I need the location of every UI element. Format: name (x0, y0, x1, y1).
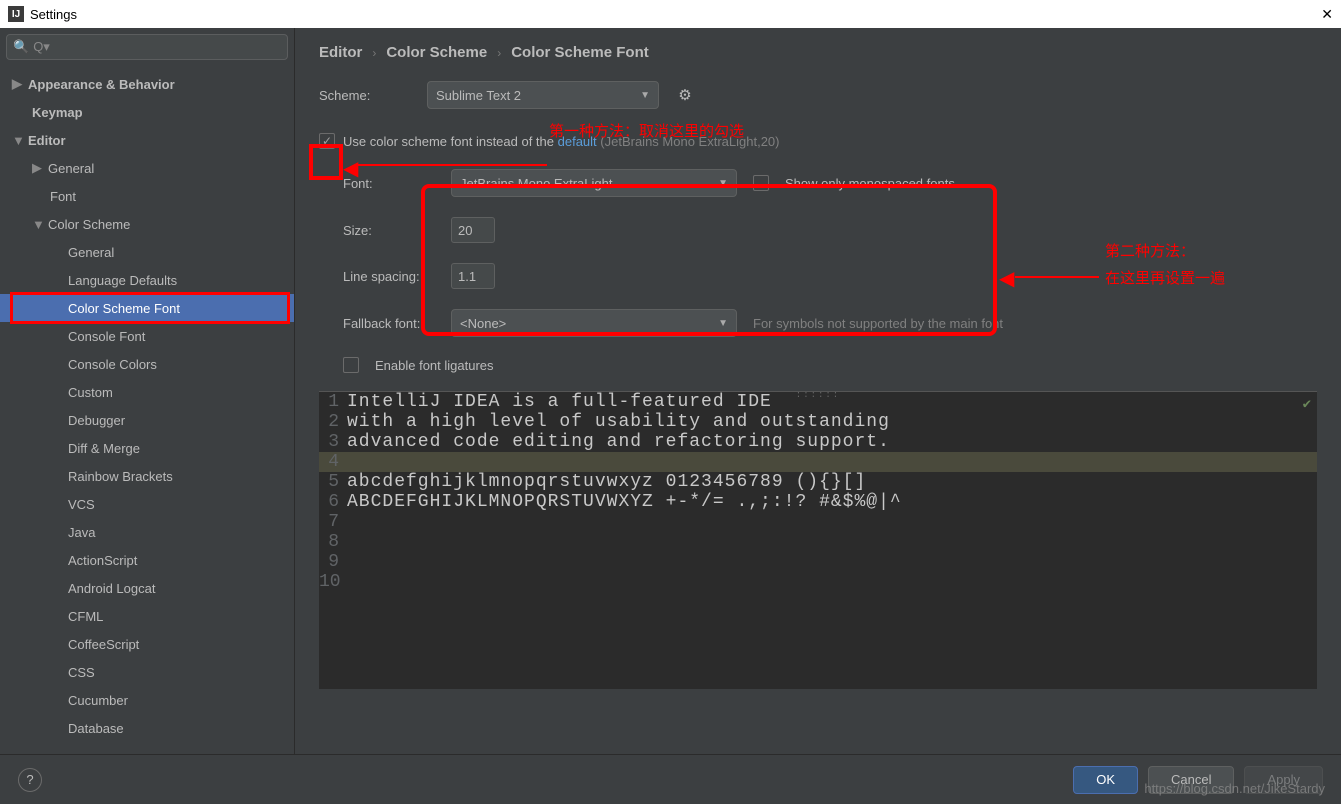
annotation-text-1: 第一种方法：取消这里的勾选 (549, 120, 744, 141)
annotation-arrow-1 (357, 164, 547, 166)
chevron-down-icon: ▼ (718, 318, 728, 329)
title-bar: IJ Settings ✕ (0, 0, 1341, 28)
annotation-box-1 (309, 144, 343, 180)
search-icon: 🔍 (13, 39, 29, 55)
tree-cs-actionscript[interactable]: ActionScript (0, 546, 294, 574)
fallback-hint: For symbols not supported by the main fo… (753, 316, 1003, 331)
tree-keymap[interactable]: Keymap (0, 98, 294, 126)
annotation-arrow-2 (1015, 276, 1099, 278)
sidebar: 🔍 Q▾ ▶Appearance & Behavior Keymap ▼Edit… (0, 28, 295, 754)
tree-cs-java[interactable]: Java (0, 518, 294, 546)
tree-cs-general[interactable]: General (0, 238, 294, 266)
tree-appearance[interactable]: ▶Appearance & Behavior (0, 70, 294, 98)
tree-cs-custom[interactable]: Custom (0, 378, 294, 406)
ligatures-label: Enable font ligatures (375, 358, 494, 373)
chevron-down-icon: ▼ (32, 217, 42, 232)
content-pane: Editor › Color Scheme › Color Scheme Fon… (295, 28, 1341, 754)
size-label: Size: (343, 223, 435, 238)
watermark: https://blog.csdn.net/JikeStardy (1144, 781, 1325, 796)
scheme-label: Scheme: (319, 88, 411, 103)
chevron-down-icon: ▼ (640, 90, 650, 101)
font-preview: :::::: ✔ 1IntelliJ IDEA is a full-featur… (319, 391, 1317, 689)
tree-cs-database[interactable]: Database (0, 714, 294, 742)
close-icon[interactable]: ✕ (1321, 6, 1333, 23)
tree-cs-lang-defaults[interactable]: Language Defaults (0, 266, 294, 294)
bc-color-scheme-font: Color Scheme Font (511, 44, 649, 61)
tree-cs-font[interactable]: Color Scheme Font (0, 294, 294, 322)
gear-icon[interactable]: ⚙ (675, 85, 695, 105)
tree-cs-vcs[interactable]: VCS (0, 490, 294, 518)
monospaced-checkbox[interactable] (753, 175, 769, 191)
line-spacing-input[interactable] (451, 263, 495, 289)
use-scheme-font-checkbox[interactable] (319, 133, 335, 149)
fallback-dropdown[interactable]: <None>▼ (451, 309, 737, 337)
window-title: Settings (30, 7, 77, 22)
bc-color-scheme[interactable]: Color Scheme (386, 44, 487, 61)
app-icon: IJ (8, 6, 24, 22)
tree-cs-cfml[interactable]: CFML (0, 602, 294, 630)
arrow-left-icon: ◀ (343, 156, 358, 181)
dialog-footer: ? OK Cancel Apply https://blog.csdn.net/… (0, 754, 1341, 804)
search-input[interactable]: 🔍 Q▾ (6, 34, 288, 60)
tree-cs-diff[interactable]: Diff & Merge (0, 434, 294, 462)
fallback-label: Fallback font: (343, 316, 435, 331)
tree-cs-console-colors[interactable]: Console Colors (0, 350, 294, 378)
chevron-right-icon: › (372, 46, 376, 60)
check-icon: ✔ (1303, 396, 1311, 413)
tree-editor[interactable]: ▼Editor (0, 126, 294, 154)
tree-cs-coffee[interactable]: CoffeeScript (0, 630, 294, 658)
tree-general[interactable]: ▶General (0, 154, 294, 182)
font-dropdown[interactable]: JetBrains Mono ExtraLight▼ (451, 169, 737, 197)
tree-color-scheme[interactable]: ▼Color Scheme (0, 210, 294, 238)
annotation-text-2: 第二种方法：在这里再设置一遍 (1105, 238, 1225, 292)
help-button[interactable]: ? (18, 768, 42, 792)
tree-cs-rainbow[interactable]: Rainbow Brackets (0, 462, 294, 490)
arrow-left-icon: ◀ (999, 266, 1014, 291)
line-spacing-label: Line spacing: (343, 269, 435, 284)
tree-cs-console-font[interactable]: Console Font (0, 322, 294, 350)
ligatures-checkbox[interactable] (343, 357, 359, 373)
bc-editor[interactable]: Editor (319, 44, 362, 61)
monospaced-label: Show only monospaced fonts (785, 176, 955, 191)
size-input[interactable] (451, 217, 495, 243)
drag-handle-icon[interactable]: :::::: (796, 390, 840, 400)
tree-font[interactable]: Font (0, 182, 294, 210)
tree-cs-android[interactable]: Android Logcat (0, 574, 294, 602)
tree-cs-debugger[interactable]: Debugger (0, 406, 294, 434)
chevron-right-icon: › (497, 46, 501, 60)
chevron-right-icon: ▶ (12, 76, 22, 92)
breadcrumb: Editor › Color Scheme › Color Scheme Fon… (319, 44, 1317, 61)
tree-cs-cucumber[interactable]: Cucumber (0, 686, 294, 714)
settings-tree: ▶Appearance & Behavior Keymap ▼Editor ▶G… (0, 66, 294, 754)
chevron-down-icon: ▼ (12, 133, 22, 148)
ok-button[interactable]: OK (1073, 766, 1138, 794)
tree-cs-css[interactable]: CSS (0, 658, 294, 686)
chevron-down-icon: ▼ (718, 178, 728, 189)
scheme-dropdown[interactable]: Sublime Text 2▼ (427, 81, 659, 109)
chevron-right-icon: ▶ (32, 160, 42, 176)
